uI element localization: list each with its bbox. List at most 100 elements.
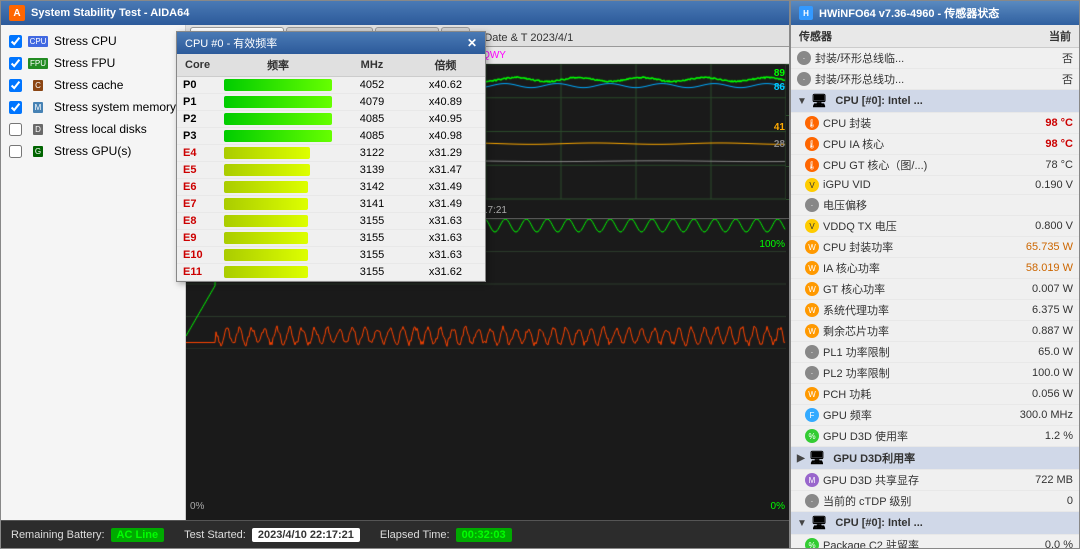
sensor-row: F GPU 频率 300.0 MHz	[791, 405, 1079, 426]
battery-value: AC Line	[111, 528, 165, 542]
freq-bar-cell	[218, 196, 338, 213]
freq-bar	[224, 215, 308, 227]
freq-bar	[224, 198, 308, 210]
sensor-value: 65.735 W	[1013, 241, 1073, 253]
cpu-row: P0 4052 x40.62	[177, 77, 485, 94]
sensor-type-icon: ·	[805, 494, 819, 508]
sidebar-item-stress-cache[interactable]: C Stress cache	[9, 77, 177, 93]
cpu-row: P1 4079 x40.89	[177, 94, 485, 111]
sensor-row: 🌡 CPU 封装 98 °C	[791, 113, 1079, 134]
stress-gpu-checkbox[interactable]	[9, 145, 22, 158]
sensor-type-icon: ·	[797, 72, 811, 86]
freq-mhz: 4079	[338, 94, 406, 111]
cpu-row: E8 3155 x31.63	[177, 213, 485, 230]
sidebar-item-stress-fpu[interactable]: FPU Stress FPU	[9, 55, 177, 71]
freq-bar	[224, 249, 308, 261]
freq-mhz: 4052	[338, 77, 406, 94]
sensor-row: W 剩余芯片功率 0.887 W	[791, 321, 1079, 342]
sidebar-item-stress-cpu[interactable]: CPU Stress CPU	[9, 33, 177, 49]
cpu-row: E7 3141 x31.49	[177, 196, 485, 213]
stress-disk-checkbox[interactable]	[9, 123, 22, 136]
sidebar-item-stress-memory[interactable]: M Stress system memory	[9, 99, 177, 115]
freq-bar	[224, 232, 308, 244]
section-name: CPU [#0]: Intel ...	[835, 95, 1073, 107]
sensor-value: 0.0 %	[1013, 539, 1073, 548]
cpu-freq-table: Core 频率 MHz 倍频 P0 4052 x40.62 P1 4079 x4…	[177, 54, 485, 281]
popup-close-button[interactable]: ✕	[467, 36, 477, 50]
freq-bar-cell	[218, 230, 338, 247]
aida-panel: A System Stability Test - AIDA64 CPU Str…	[0, 0, 790, 549]
stress-mem-checkbox[interactable]	[9, 101, 22, 114]
sensor-value: 65.0 W	[1013, 346, 1073, 358]
section-arrow: ▼	[797, 518, 807, 529]
freq-mult: x40.62	[406, 77, 485, 94]
freq-bar-cell	[218, 111, 338, 128]
sensor-type-icon: W	[805, 303, 819, 317]
freq-mult: x31.63	[406, 213, 485, 230]
stress-cpu-checkbox[interactable]	[9, 35, 22, 48]
hwinfo-header: 传感器 当前	[791, 25, 1079, 48]
sensor-type-icon: W	[805, 324, 819, 338]
stress-cache-checkbox[interactable]	[9, 79, 22, 92]
sensor-row[interactable]: ▶ 🖥 GPU D3D利用率	[791, 447, 1079, 470]
cpu-popup: CPU #0 - 有效频率 ✕ Core 频率 MHz 倍频 P0 4052 x…	[176, 31, 486, 282]
col-core: Core	[177, 54, 218, 77]
sensor-name: CPU GT 核心（图/...)	[823, 157, 1009, 173]
freq-mhz: 3155	[338, 264, 406, 281]
sensor-value: 0.007 W	[1013, 283, 1073, 295]
sensor-row[interactable]: ▼ 🖥 CPU [#0]: Intel ...	[791, 512, 1079, 535]
battery-label: Remaining Battery:	[11, 529, 105, 541]
cpu-row: E10 3155 x31.63	[177, 247, 485, 264]
stress-gpu-label: Stress GPU(s)	[54, 144, 131, 158]
sensor-type-icon: W	[805, 261, 819, 275]
freq-bar	[224, 164, 310, 176]
cpu-row: P2 4085 x40.95	[177, 111, 485, 128]
sensor-value: 0.800 V	[1013, 220, 1073, 232]
sensor-row: W 系统代理功率 6.375 W	[791, 300, 1079, 321]
sidebar-item-stress-disks[interactable]: D Stress local disks	[9, 121, 177, 137]
sensor-type-icon: W	[805, 282, 819, 296]
sensor-type-icon: M	[805, 473, 819, 487]
sensor-name: 封装/环形总线临...	[815, 50, 1009, 66]
sensor-row: W CPU 封装功率 65.735 W	[791, 237, 1079, 258]
aida-titlebar: A System Stability Test - AIDA64	[1, 1, 789, 25]
cpu-row: E5 3139 x31.47	[177, 162, 485, 179]
core-name: E9	[177, 230, 218, 247]
cpu-row: E9 3155 x31.63	[177, 230, 485, 247]
sensor-type-icon: W	[805, 240, 819, 254]
temp-value3: 41	[774, 122, 785, 133]
mem-icon: M	[33, 102, 44, 113]
sensor-row: M GPU D3D 共享显存 722 MB	[791, 470, 1079, 491]
sensor-value: 0	[1013, 495, 1073, 507]
freq-bar-cell	[218, 94, 338, 111]
stress-fpu-label: Stress FPU	[54, 56, 115, 70]
hwinfo-panel: H HWiNFO64 v7.36-4960 - 传感器状态 传感器 当前 · 封…	[790, 0, 1080, 549]
sensor-value: 6.375 W	[1013, 304, 1073, 316]
freq-mhz: 3155	[338, 247, 406, 264]
freq-bar	[224, 130, 332, 142]
battery-status: Remaining Battery: AC Line	[11, 528, 164, 542]
elapsed-value: 00:32:03	[456, 528, 512, 542]
hwinfo-titlebar: H HWiNFO64 v7.36-4960 - 传感器状态	[791, 1, 1079, 25]
core-name: E11	[177, 264, 218, 281]
sensor-row[interactable]: ▼ 🖥 CPU [#0]: Intel ...	[791, 90, 1079, 113]
sidebar-item-stress-gpu[interactable]: G Stress GPU(s)	[9, 143, 177, 159]
sensor-value: 722 MB	[1013, 474, 1073, 486]
core-name: E5	[177, 162, 218, 179]
usage-right-bot: 0%	[771, 501, 785, 512]
sensor-value: 1.2 %	[1013, 430, 1073, 442]
freq-bar-cell	[218, 77, 338, 94]
sensor-type-icon: %	[805, 429, 819, 443]
sensor-name: PL1 功率限制	[823, 344, 1009, 360]
sensor-name: CPU 封装	[823, 115, 1009, 131]
sensor-name: GPU D3D 使用率	[823, 428, 1009, 444]
sensor-row: 🌡 CPU GT 核心（图/...) 78 °C	[791, 155, 1079, 176]
sensor-value: 98 °C	[1013, 117, 1073, 129]
fpu-icon: FPU	[28, 58, 48, 69]
sensor-name: PL2 功率限制	[823, 365, 1009, 381]
core-name: E6	[177, 179, 218, 196]
cpu-row: E4 3122 x31.29	[177, 145, 485, 162]
sensor-name: PCH 功耗	[823, 386, 1009, 402]
elapsed-label: Elapsed Time:	[380, 529, 450, 541]
stress-fpu-checkbox[interactable]	[9, 57, 22, 70]
